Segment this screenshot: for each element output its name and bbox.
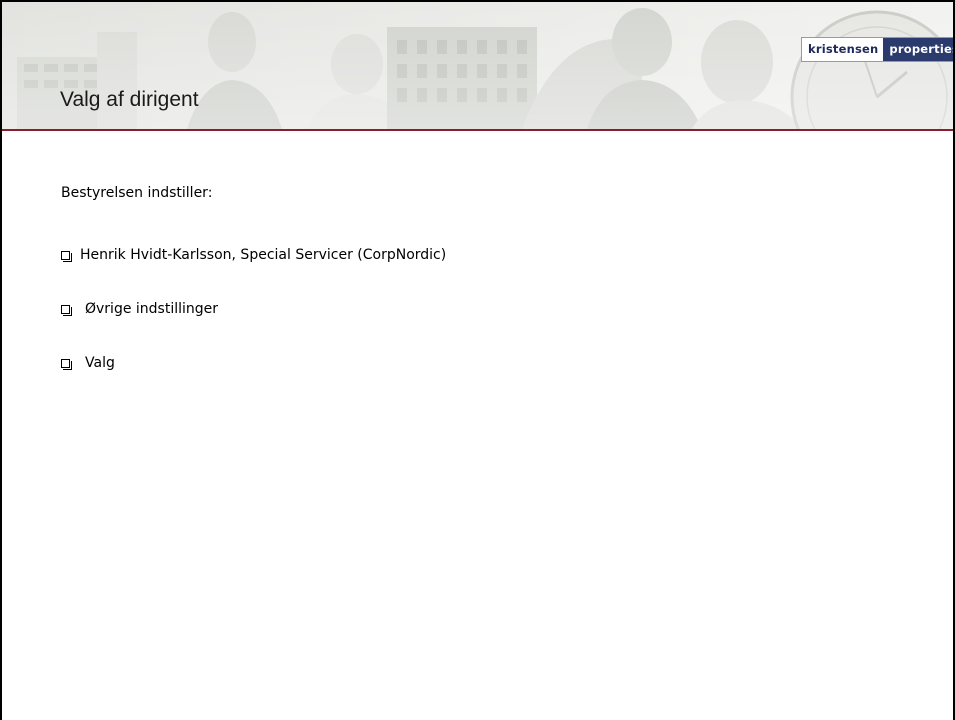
- slide: kristensen properties Valg af dirigent B…: [0, 0, 955, 720]
- checkbox-icon: [61, 250, 72, 262]
- bullet-item: Valg: [61, 353, 446, 373]
- company-logo: kristensen properties: [801, 37, 953, 62]
- bullet-label: Øvrige indstillinger: [85, 301, 219, 317]
- checkbox-icon: [61, 358, 72, 370]
- logo-text-left: kristensen: [802, 38, 884, 61]
- logo-text-right: properties: [883, 38, 953, 61]
- checkbox-icon: [61, 304, 72, 316]
- bullet-label: Valg: [85, 355, 115, 371]
- header-divider: [2, 129, 953, 131]
- slide-title: Valg af dirigent: [60, 88, 199, 111]
- bullet-list: Henrik Hvidt-Karlsson, Special Servicer …: [61, 245, 446, 407]
- slide-header: kristensen properties Valg af dirigent: [2, 2, 953, 129]
- bullet-item: Henrik Hvidt-Karlsson, Special Servicer …: [61, 245, 446, 265]
- intro-text: Bestyrelsen indstiller:: [61, 185, 213, 201]
- bullet-label: Henrik Hvidt-Karlsson, Special Servicer …: [80, 247, 447, 263]
- bullet-item: Øvrige indstillinger: [61, 299, 446, 319]
